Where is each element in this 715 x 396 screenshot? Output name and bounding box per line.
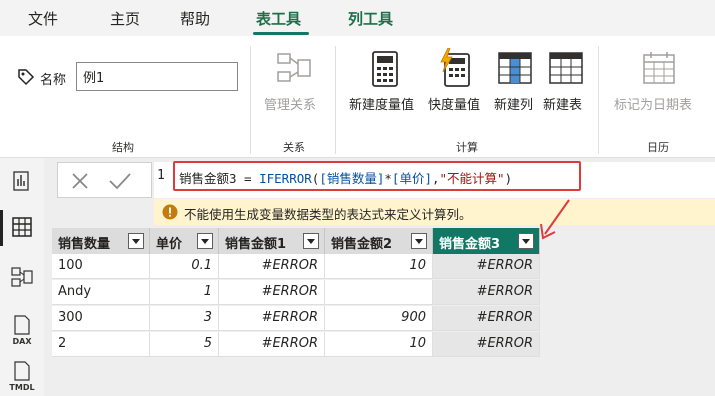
formula-token: [单价]	[391, 171, 432, 186]
column-filter-dropdown[interactable]	[197, 233, 213, 249]
formula-token: IFERROR	[259, 171, 312, 186]
table-cell[interactable]: #ERROR	[219, 254, 325, 279]
column-filter-dropdown[interactable]	[128, 233, 144, 249]
ribbon: 名称 结构 管理关系 关系 新建度量值 快度量值 新建列	[0, 36, 715, 158]
table-cell[interactable]: 5	[150, 332, 219, 357]
table-view-icon[interactable]	[0, 208, 44, 248]
tmdl-view-icon[interactable]: TMDL	[0, 356, 44, 396]
manage-relations-icon	[277, 53, 311, 82]
table-cell[interactable]: Andy	[52, 280, 150, 305]
chevron-down-icon	[415, 239, 423, 244]
table-cell[interactable]	[325, 280, 433, 305]
group-divider	[335, 46, 336, 154]
table-cell[interactable]: #ERROR	[433, 254, 540, 279]
table-name-input[interactable]	[76, 62, 238, 91]
column-filter-dropdown[interactable]	[303, 233, 319, 249]
formula-token: "不能计算"	[439, 171, 505, 186]
dax-label: DAX	[13, 337, 33, 346]
formula-token: *	[384, 171, 392, 186]
manage-relations-button[interactable]: 管理关系	[264, 94, 316, 113]
formula-token: [销售数量]	[319, 171, 385, 186]
mark-date-table-button[interactable]: 标记为日期表	[614, 94, 692, 113]
ribbon-tab-bar: 文件 主页 帮助 表工具 列工具	[0, 0, 715, 36]
annotation-arrow	[540, 199, 570, 240]
commit-check-icon[interactable]	[108, 171, 132, 191]
formula-line-number: 1	[157, 168, 165, 183]
formula-token: 销售金额3 =	[179, 171, 260, 186]
report-view-icon[interactable]	[0, 162, 44, 202]
column-header-label: 单价	[156, 237, 183, 252]
group-divider	[250, 46, 251, 154]
chevron-down-icon	[201, 239, 209, 244]
tag-icon	[18, 69, 35, 86]
table-cell[interactable]: 100	[52, 254, 150, 279]
tab-file[interactable]: 文件	[28, 8, 58, 29]
calendar-icon	[643, 52, 675, 84]
new-column-button[interactable]: 新建列	[494, 94, 533, 113]
table-cell[interactable]: 300	[52, 306, 150, 331]
column-header-label: 销售金额3	[439, 237, 501, 252]
column-header-label: 销售金额2	[331, 237, 393, 252]
tab-home[interactable]: 主页	[110, 8, 140, 29]
chevron-down-icon	[132, 239, 140, 244]
new-table-button[interactable]: 新建表	[543, 94, 582, 113]
table-cell[interactable]: 900	[325, 306, 433, 331]
warning-icon	[162, 204, 178, 220]
formula-token: )	[504, 171, 513, 186]
quick-measure-icon	[440, 48, 470, 87]
new-measure-button[interactable]: 新建度量值	[349, 94, 414, 113]
formula-text[interactable]: 销售金额3 = IFERROR([销售数量]*[单价],"不能计算")	[173, 161, 581, 191]
table-cell[interactable]: 10	[325, 332, 433, 357]
new-column-icon	[498, 52, 532, 84]
name-label: 名称	[40, 73, 67, 88]
table-cell[interactable]: 1	[150, 280, 219, 305]
tab-table-tools[interactable]: 表工具	[256, 8, 301, 29]
chevron-down-icon	[307, 239, 315, 244]
tmdl-label: TMDL	[9, 383, 34, 392]
warning-message: 不能使用生成变量数据类型的表达式来定义计算列。	[184, 207, 472, 222]
group-label-structure: 结构	[112, 141, 134, 154]
dax-query-view-icon[interactable]: DAX	[0, 310, 44, 350]
group-label-calculations: 计算	[456, 141, 478, 154]
table-cell[interactable]: #ERROR	[433, 306, 540, 331]
formula-token: ,	[431, 171, 440, 186]
quick-measure-button[interactable]: 快度量值	[428, 94, 480, 113]
table-cell[interactable]: #ERROR	[219, 332, 325, 357]
model-view-icon[interactable]	[0, 258, 44, 298]
tab-column-tools[interactable]: 列工具	[348, 8, 393, 29]
view-rail: DAX TMDL	[0, 158, 44, 396]
group-divider	[598, 46, 599, 154]
group-label-relations: 关系	[283, 141, 305, 154]
table-cell[interactable]: 3	[150, 306, 219, 331]
chevron-down-icon	[522, 239, 530, 244]
cancel-icon[interactable]	[70, 171, 90, 191]
group-label-calendar: 日历	[647, 141, 669, 154]
tab-help[interactable]: 帮助	[180, 8, 210, 29]
active-tab-indicator	[253, 32, 309, 35]
table-cell[interactable]: #ERROR	[219, 306, 325, 331]
table-cell[interactable]: #ERROR	[433, 280, 540, 305]
column-filter-dropdown[interactable]	[411, 233, 427, 249]
table-cell[interactable]: 2	[52, 332, 150, 357]
calculator-icon	[372, 51, 398, 87]
new-table-icon	[549, 52, 583, 84]
column-header-label: 销售数量	[58, 237, 111, 252]
column-header-label: 销售金额1	[225, 237, 287, 252]
table-cell[interactable]: 10	[325, 254, 433, 279]
column-filter-dropdown[interactable]	[518, 233, 534, 249]
table-cell[interactable]: #ERROR	[219, 280, 325, 305]
formula-actions	[57, 162, 152, 198]
table-cell[interactable]: 0.1	[150, 254, 219, 279]
table-cell[interactable]: #ERROR	[433, 332, 540, 357]
